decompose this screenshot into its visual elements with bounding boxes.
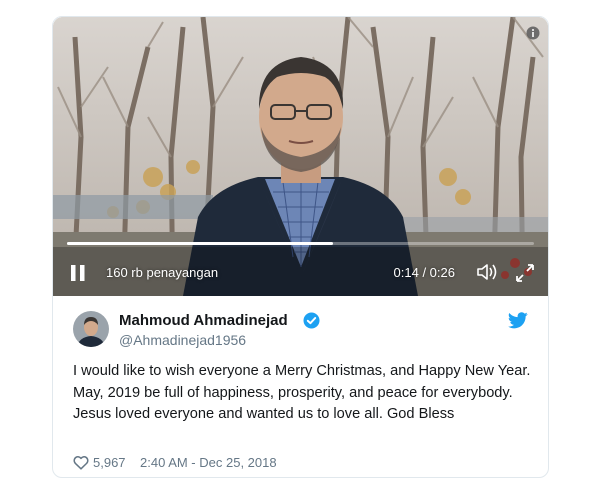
tweet-header: Mahmoud Ahmadinejad @Ahmadinejad1956 xyxy=(53,296,548,356)
tweet-timestamp[interactable]: 2:40 AM - Dec 25, 2018 xyxy=(140,455,277,470)
avatar[interactable] xyxy=(73,311,109,347)
video-controls: 160 rb penayangan 0:14 / 0:26 xyxy=(53,260,548,284)
verified-badge-icon xyxy=(303,312,320,329)
video-frame xyxy=(53,17,548,296)
video-progress-bar[interactable] xyxy=(67,242,534,245)
author-name[interactable]: Mahmoud Ahmadinejad xyxy=(119,312,288,329)
tweet-text: I would like to wish everyone a Merry Ch… xyxy=(73,363,531,422)
fullscreen-icon[interactable] xyxy=(514,262,536,284)
info-icon[interactable] xyxy=(526,26,540,40)
avatar-image xyxy=(73,311,109,347)
video-progress-fill xyxy=(67,242,334,245)
pause-icon[interactable] xyxy=(69,264,87,282)
twitter-bird-icon[interactable] xyxy=(508,312,528,329)
author-handle[interactable]: @Ahmadinejad1956 xyxy=(119,332,246,348)
video-player[interactable]: 160 rb penayangan 0:14 / 0:26 xyxy=(53,17,548,296)
view-count: 160 rb penayangan xyxy=(106,265,219,280)
like-count[interactable]: 5,967 xyxy=(93,455,126,470)
heart-icon[interactable] xyxy=(73,455,89,470)
tweet-meta: 5,967 2:40 AM - Dec 25, 2018 xyxy=(73,453,533,473)
tweet-card: 160 rb penayangan 0:14 / 0:26 Mahmoud Ah… xyxy=(52,16,549,478)
volume-icon[interactable] xyxy=(476,262,500,282)
video-time: 0:14 / 0:26 xyxy=(393,265,455,280)
